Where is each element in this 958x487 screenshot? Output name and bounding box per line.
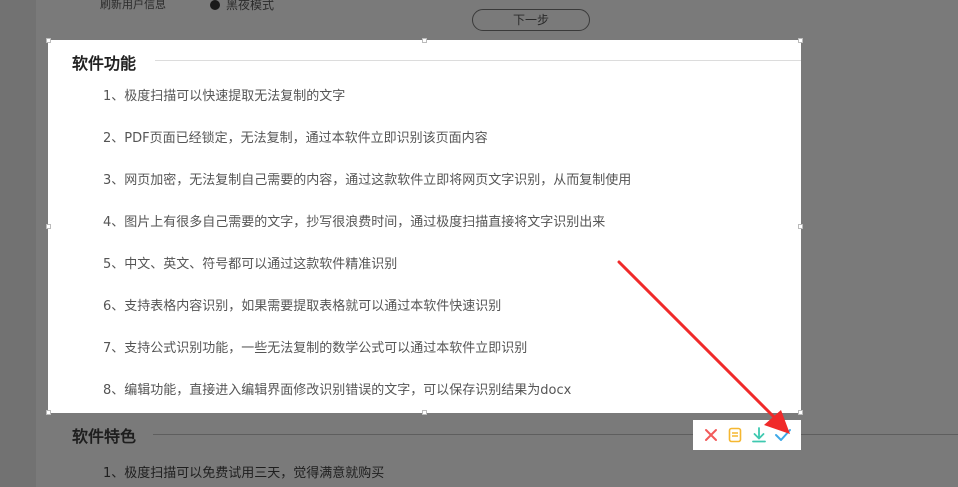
dark-mode-label: 黑夜模式 xyxy=(226,0,275,12)
list-item: 3、网页加密，无法复制自己需要的内容，通过这款软件立即将网页文字识别，从而复制使… xyxy=(103,173,632,188)
resize-handle-bottom-right[interactable] xyxy=(798,410,803,415)
next-step-button[interactable]: 下一步 xyxy=(472,9,590,31)
functions-section-title: 软件功能 xyxy=(72,54,137,73)
refresh-user-info-link[interactable]: 刷新用户信息 xyxy=(100,0,166,12)
resize-handle-top[interactable] xyxy=(422,38,427,43)
list-item: 7、支持公式识别功能，一些无法复制的数学公式可以通过本软件立即识别 xyxy=(103,341,528,356)
list-item: 6、支持表格内容识别，如果需要提取表格就可以通过本软件快速识别 xyxy=(103,299,502,314)
dark-mode-toggle[interactable]: 黑夜模式 xyxy=(210,0,274,13)
capture-selection[interactable]: 软件功能 1、极度扫描可以快速提取无法复制的文字 2、PDF页面已经锁定，无法复… xyxy=(48,40,801,413)
moon-icon xyxy=(210,0,220,10)
list-item: 5、中文、英文、符号都可以通过这款软件精准识别 xyxy=(103,257,398,272)
resize-handle-top-right[interactable] xyxy=(798,38,803,43)
list-item: 1、极度扫描可以快速提取无法复制的文字 xyxy=(103,89,346,104)
features-first-item: 1、极度扫描可以免费试用三天，觉得满意就购买 xyxy=(103,466,385,481)
resize-handle-bottom-left[interactable] xyxy=(46,410,51,415)
list-item: 2、PDF页面已经锁定，无法复制，通过本软件立即识别该页面内容 xyxy=(103,131,488,146)
section-divider xyxy=(155,60,801,61)
section-divider xyxy=(153,434,958,435)
list-item: 4、图片上有很多自己需要的文字，抄写很浪费时间，通过极度扫描直接将文字识别出来 xyxy=(103,215,606,230)
functions-list: 1、极度扫描可以快速提取无法复制的文字 2、PDF页面已经锁定，无法复制，通过本… xyxy=(103,87,631,423)
resize-handle-left[interactable] xyxy=(46,224,51,229)
close-icon[interactable] xyxy=(702,426,720,444)
resize-handle-right[interactable] xyxy=(798,224,803,229)
list-item: 8、编辑功能，直接进入编辑界面修改识别错误的文字，可以保存识别结果为docx xyxy=(103,383,572,398)
resize-handle-bottom[interactable] xyxy=(422,410,427,415)
check-icon[interactable] xyxy=(774,426,792,444)
capture-toolbar xyxy=(693,420,801,450)
notepad-icon[interactable] xyxy=(726,426,744,444)
features-section-title: 软件特色 xyxy=(72,427,137,446)
resize-handle-top-left[interactable] xyxy=(46,38,51,43)
download-icon[interactable] xyxy=(750,426,768,444)
